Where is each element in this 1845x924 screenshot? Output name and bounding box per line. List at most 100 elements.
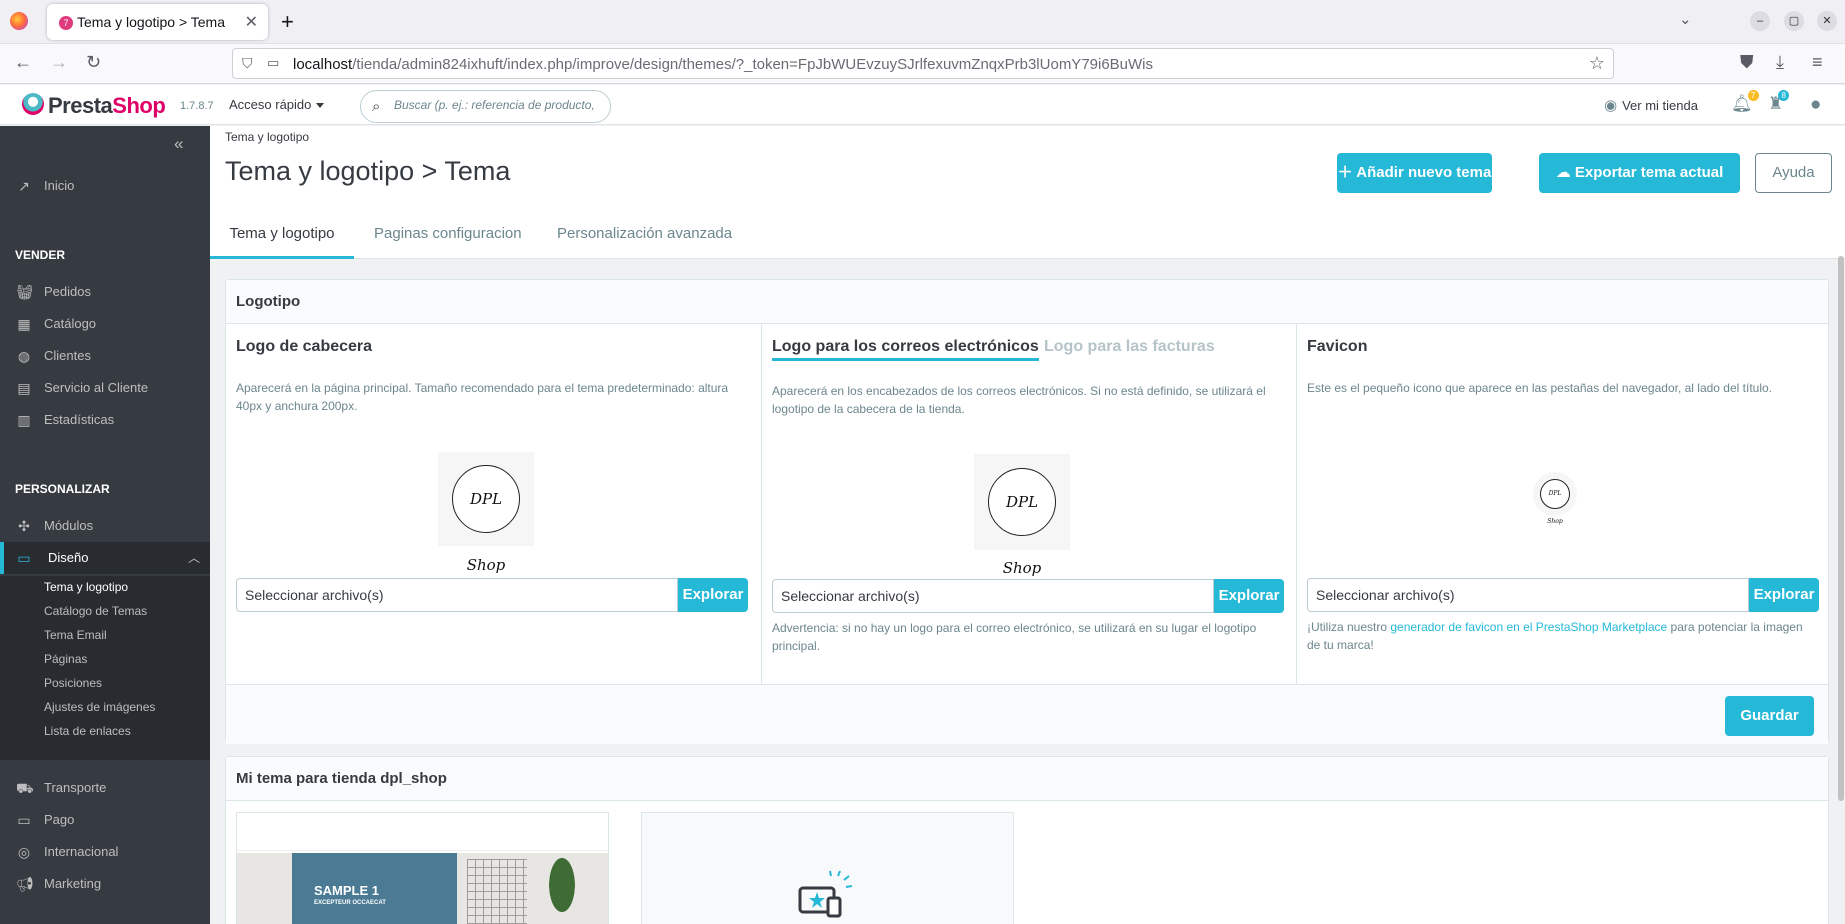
tab-mail-logo[interactable]: Logo para los correos electrónicos: [772, 338, 1039, 361]
user-circle-icon: ◍: [17, 348, 31, 364]
add-theme-placeholder[interactable]: [641, 812, 1014, 924]
view-shop-link[interactable]: ◉ Ver mi tienda: [1604, 96, 1698, 114]
admin-header: PrestaShop 1.7.8.7 Acceso rápido ⌕ ◉Ver …: [0, 85, 1845, 125]
reload-icon[interactable]: ↻: [86, 52, 101, 73]
submenu-lista-enlaces[interactable]: Lista de enlaces: [44, 724, 131, 738]
mail-logo-image: DPL Shop: [974, 454, 1070, 577]
add-theme-button[interactable]: ＋ Añadir nuevo tema: [1337, 153, 1492, 193]
mail-logo-file-input[interactable]: [772, 579, 1214, 613]
favicon-column: Favicon Este es el pequeño icono que apa…: [1296, 324, 1830, 684]
prestashop-logo-icon[interactable]: [22, 93, 44, 115]
quick-access-dropdown[interactable]: Acceso rápido: [229, 97, 324, 112]
user-account-icon[interactable]: ●: [1810, 94, 1821, 116]
sidebar-item-diseno[interactable]: ▭ Diseño ︿: [0, 542, 210, 574]
notifications-bell-icon[interactable]: 🔔︎ 7: [1731, 90, 1759, 114]
browser-tab[interactable]: 7 Tema y logotipo > Tema ✕: [47, 4, 268, 40]
page-scrollbar[interactable]: [1838, 256, 1844, 801]
favicon-image: DPL Shop: [1533, 472, 1577, 525]
notifications-badge: 7: [1747, 90, 1759, 101]
mail-logo-browse-button[interactable]: Explorar: [1214, 579, 1284, 613]
header-logo-browse-button[interactable]: Explorar: [678, 578, 748, 612]
desktop-icon: ▭: [17, 550, 31, 566]
sidebar-item-marketing[interactable]: 📢︎ Marketing: [0, 868, 210, 900]
close-tab-icon[interactable]: ✕: [245, 12, 258, 32]
brand-logo[interactable]: PrestaShop: [48, 93, 166, 119]
close-window-icon[interactable]: ✕: [1817, 11, 1837, 31]
mail-logo-warning: Advertencia: si no hay un logo para el c…: [772, 621, 1257, 653]
bookmark-star-icon[interactable]: ☆: [1589, 53, 1605, 74]
menu-icon[interactable]: ≡: [1812, 52, 1823, 73]
header-logo-file-input[interactable]: [236, 578, 678, 612]
sidebar-item-modulos[interactable]: ✣ Módulos: [0, 510, 210, 542]
theme-preview-header: [237, 813, 608, 851]
favicon-title: Favicon: [1307, 338, 1368, 355]
breadcrumb[interactable]: Tema y logotipo: [225, 130, 309, 144]
favicon-note: ¡Utiliza nuestro generador de favicon en…: [1307, 620, 1803, 652]
minimize-icon[interactable]: –: [1750, 11, 1770, 31]
tab-invoice-logo[interactable]: Logo para las facturas: [1044, 338, 1215, 356]
submenu-tema-email[interactable]: Tema Email: [44, 628, 107, 642]
theme-preview-hero: SAMPLE 1 EXCEPTEUR OCCAECAT: [237, 853, 608, 924]
submenu-posiciones[interactable]: Posiciones: [44, 676, 102, 690]
add-theme-screen-icon: [798, 870, 853, 918]
admin-search[interactable]: ⌕: [360, 90, 611, 123]
mail-logo-file-row: Explorar: [772, 579, 1284, 613]
main-content: Tema y logotipo Tema y logotipo > Tema ＋…: [210, 126, 1845, 924]
help-button[interactable]: Ayuda: [1755, 153, 1832, 193]
page-header: Tema y logotipo Tema y logotipo > Tema ＋…: [210, 126, 1845, 209]
browser-tab-bar: 7 Tema y logotipo > Tema ✕ + ⌄ – ▢ ✕: [0, 0, 1845, 44]
sidebar-item-transporte[interactable]: ⛟ Transporte: [0, 772, 210, 804]
sidebar-item-catalogo[interactable]: ▦ Catálogo: [0, 308, 210, 340]
back-icon[interactable]: ←: [14, 52, 32, 73]
logo-card-footer: Guardar: [226, 684, 1828, 744]
submenu-ajustes-imagenes[interactable]: Ajustes de imágenes: [44, 700, 155, 714]
chevron-up-icon: ︿: [187, 551, 200, 565]
orders-trophy-icon[interactable]: ♜ 8: [1768, 90, 1790, 114]
export-theme-button[interactable]: ☁ Exportar tema actual: [1539, 153, 1740, 193]
store-icon: ▦: [17, 316, 31, 332]
current-theme-preview[interactable]: SAMPLE 1 EXCEPTEUR OCCAECAT: [236, 812, 609, 924]
trend-icon: ↗: [18, 178, 30, 194]
sidebar-item-pago[interactable]: ▭ Pago: [0, 804, 210, 836]
search-icon: ⌕: [372, 98, 381, 115]
tab-paginas-configuracion[interactable]: Paginas configuracion: [374, 209, 522, 259]
shield-icon[interactable]: ⛉: [242, 55, 253, 72]
firefox-icon[interactable]: [10, 12, 28, 30]
search-input[interactable]: [394, 98, 606, 112]
tab-title: Tema y logotipo > Tema: [77, 14, 225, 30]
cloud-upload-icon: ☁: [1555, 164, 1575, 181]
forward-icon[interactable]: →: [50, 52, 68, 73]
tab-tema-logotipo[interactable]: Tema y logotipo: [210, 209, 354, 259]
design-submenu: Tema y logotipo Catálogo de Temas Tema E…: [0, 576, 210, 760]
sidebar-item-clientes[interactable]: ◍ Clientes: [0, 340, 210, 372]
sidebar-item-pedidos[interactable]: 🧺︎ Pedidos: [0, 276, 210, 308]
favicon-browse-button[interactable]: Explorar: [1749, 578, 1819, 612]
url-bar[interactable]: ⛉ ▭ localhost/tienda/admin824ixhuft/inde…: [232, 48, 1614, 79]
browser-nav-bar: ← → ↻ ⛉ ▭ localhost/tienda/admin824ixhuf…: [0, 44, 1845, 84]
url-text[interactable]: localhost/tienda/admin824ixhuft/index.ph…: [293, 56, 1153, 73]
collapse-sidebar-icon[interactable]: «: [174, 134, 183, 154]
downloads-icon[interactable]: ⤓: [1776, 52, 1784, 73]
page-info-icon[interactable]: ▭: [267, 55, 279, 71]
sidebar-item-estadisticas[interactable]: ▥ Estadísticas: [0, 404, 210, 436]
tab-personalizacion-avanzada[interactable]: Personalización avanzada: [557, 209, 732, 259]
credit-card-icon: ▭: [17, 812, 31, 828]
submenu-paginas[interactable]: Páginas: [44, 652, 87, 666]
bar-chart-icon: ▥: [17, 412, 31, 428]
mail-logo-desc: Aparecerá en los encabezados de los corr…: [772, 384, 1266, 416]
favicon-generator-link[interactable]: generador de favicon en el PrestaShop Ma…: [1390, 620, 1667, 634]
sidebar-item-servicio[interactable]: ▤ Servicio al Cliente: [0, 372, 210, 404]
submenu-catalogo-temas[interactable]: Catálogo de Temas: [44, 604, 147, 618]
tab-list-chevron-icon[interactable]: ⌄: [1679, 10, 1692, 28]
submenu-tema-logotipo[interactable]: Tema y logotipo: [44, 580, 128, 594]
new-tab-icon[interactable]: +: [281, 9, 294, 35]
favicon-file-input[interactable]: [1307, 578, 1749, 612]
sidebar-item-inicio[interactable]: ↗ Inicio: [0, 170, 210, 202]
sidebar-section-vender: VENDER: [15, 248, 66, 262]
globe-icon: ◎: [17, 844, 31, 860]
sidebar-item-internacional[interactable]: ◎ Internacional: [0, 836, 210, 868]
pocket-icon[interactable]: ⛊: [1740, 52, 1754, 73]
save-button[interactable]: Guardar: [1725, 696, 1814, 736]
restore-icon[interactable]: ▢: [1784, 11, 1804, 31]
header-logo-file-row: Explorar: [236, 578, 748, 612]
